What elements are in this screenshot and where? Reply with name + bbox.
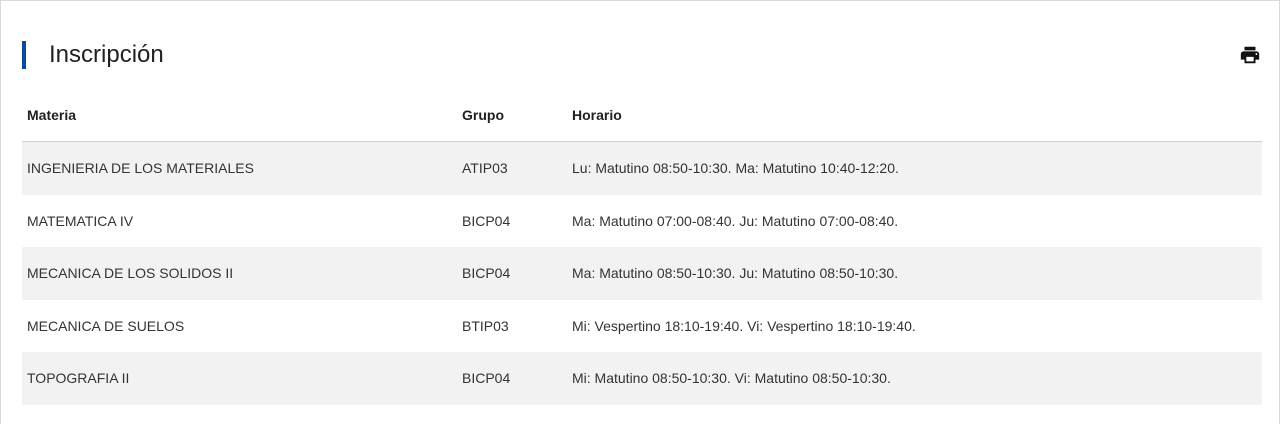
title-accent-bar — [22, 41, 26, 69]
cell-grupo: BICP04 — [457, 247, 567, 300]
cell-grupo: BTIP03 — [457, 299, 567, 352]
page-title: Inscripción — [49, 41, 164, 68]
table-row: MATEMATICA IV BICP04 Ma: Matutino 07:00-… — [22, 194, 1262, 247]
enrollment-table: Materia Grupo Horario INGENIERIA DE LOS … — [22, 89, 1262, 405]
enrollment-table-container: Materia Grupo Horario INGENIERIA DE LOS … — [22, 89, 1262, 405]
column-header-horario: Horario — [567, 89, 1262, 142]
table-row: MECANICA DE SUELOS BTIP03 Mi: Vespertino… — [22, 299, 1262, 352]
cell-grupo: ATIP03 — [457, 141, 567, 195]
table-row: TOPOGRAFIA II BICP04 Mi: Matutino 08:50-… — [22, 352, 1262, 405]
card-header: Inscripción — [22, 41, 164, 69]
printer-icon — [1240, 46, 1260, 64]
print-button[interactable] — [1239, 44, 1261, 66]
cell-grupo: BICP04 — [457, 352, 567, 405]
enrollment-card: Inscripción Materia Grupo Horario INGENI… — [0, 0, 1280, 424]
cell-materia: TOPOGRAFIA II — [22, 352, 457, 405]
column-header-grupo: Grupo — [457, 89, 567, 142]
cell-horario: Lu: Matutino 08:50-10:30. Ma: Matutino 1… — [567, 141, 1262, 195]
table-row: MECANICA DE LOS SOLIDOS II BICP04 Ma: Ma… — [22, 247, 1262, 300]
table-row: INGENIERIA DE LOS MATERIALES ATIP03 Lu: … — [22, 141, 1262, 195]
cell-materia: MECANICA DE LOS SOLIDOS II — [22, 247, 457, 300]
cell-materia: INGENIERIA DE LOS MATERIALES — [22, 141, 457, 195]
cell-horario: Ma: Matutino 08:50-10:30. Ju: Matutino 0… — [567, 247, 1262, 300]
column-header-materia: Materia — [22, 89, 457, 142]
table-header-row: Materia Grupo Horario — [22, 89, 1262, 142]
cell-horario: Ma: Matutino 07:00-08:40. Ju: Matutino 0… — [567, 194, 1262, 247]
cell-horario: Mi: Matutino 08:50-10:30. Vi: Matutino 0… — [567, 352, 1262, 405]
cell-materia: MECANICA DE SUELOS — [22, 299, 457, 352]
cell-grupo: BICP04 — [457, 194, 567, 247]
cell-horario: Mi: Vespertino 18:10-19:40. Vi: Vesperti… — [567, 299, 1262, 352]
cell-materia: MATEMATICA IV — [22, 194, 457, 247]
